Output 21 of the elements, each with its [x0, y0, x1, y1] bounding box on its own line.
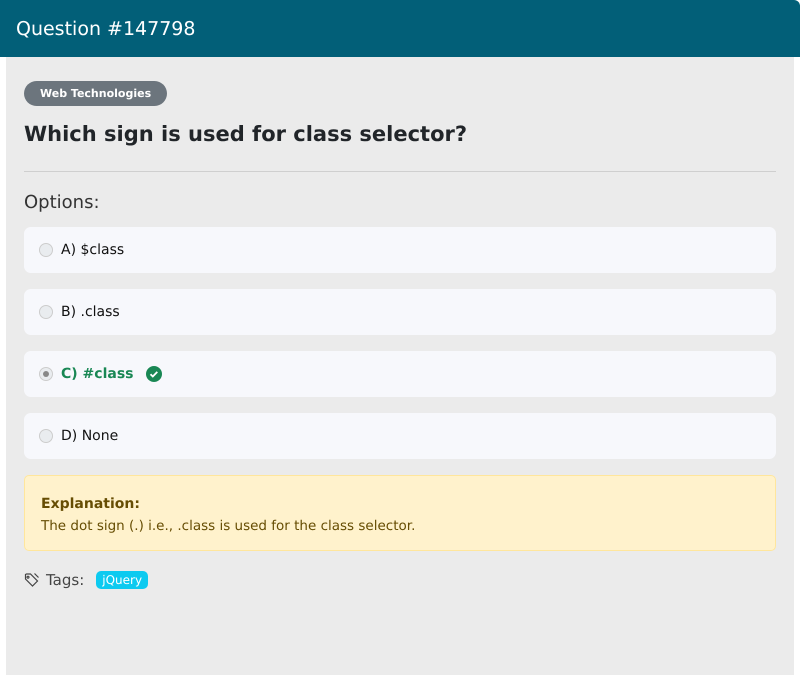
radio-button[interactable]	[39, 243, 53, 257]
option-text: C) #class	[61, 366, 134, 382]
option-text: B) .class	[61, 304, 120, 320]
option-text: A) $class	[61, 242, 124, 258]
tags-label: Tags:	[46, 571, 84, 589]
option-card[interactable]: C) #class	[24, 351, 776, 397]
category-badge: Web Technologies	[24, 81, 168, 106]
radio-button[interactable]	[39, 367, 53, 381]
question-title: Question #147798	[16, 18, 196, 40]
tag-icon	[24, 572, 40, 588]
check-circle-icon	[146, 366, 162, 382]
explanation-text: The dot sign (.) i.e., .class is used for the class selector.	[41, 518, 416, 534]
option-text: D) None	[61, 428, 118, 444]
option-card[interactable]: A) $class	[24, 227, 776, 273]
explanation-title: Explanation:	[41, 496, 141, 512]
question-text: Which sign is used for class selector?	[24, 122, 468, 146]
radio-button[interactable]	[39, 429, 53, 443]
option-card[interactable]: D) None	[24, 413, 776, 459]
radio-button[interactable]	[39, 305, 53, 319]
options-label: Options:	[24, 192, 101, 213]
option-card[interactable]: B) .class	[24, 289, 776, 335]
